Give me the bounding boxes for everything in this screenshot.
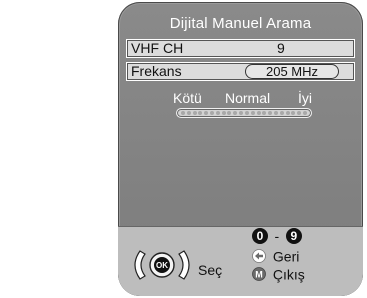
signal-meter-dot [227,111,232,115]
footer-legend: OK Seç 0 - 9 Geri M Çıkış [118,226,363,296]
signal-meter-dot [291,111,296,115]
select-label: Seç [198,262,223,278]
signal-meter-dot [215,111,220,115]
exit-label: Çıkış [272,266,305,283]
quality-label-bad: Kötü [173,90,202,106]
signal-meter-dot [233,111,238,115]
page-title: Dijital Manuel Arama [169,15,312,32]
signal-meter-dot [198,111,203,115]
signal-meter-dot [268,111,273,115]
signal-meter-dot [181,111,185,115]
quality-label-normal: Normal [225,90,271,106]
signal-meter-dot [244,111,249,115]
band-label: VHF [131,40,159,56]
signal-meter-dot [285,111,290,115]
ok-icon-text: OK [156,261,168,270]
signal-quality-bar [176,108,312,118]
signal-meter-dot [250,111,255,115]
signal-meter-dot [192,111,197,115]
channel-row[interactable]: VHF CH 9 [126,39,355,58]
channel-label: CH [163,40,184,56]
digital-manual-search-panel: Dijital Manuel Arama VHF CH 9 Frekans 20… [118,2,363,296]
channel-value: 9 [277,40,285,56]
exit-legend: M Çıkış [252,265,305,283]
menu-icon-text: M [255,270,263,280]
menu-icon: M [252,267,266,282]
signal-meter-dot [210,111,215,115]
quality-label-good: İyi [298,90,312,106]
signal-meter-dot [186,111,191,115]
back-label: Geri [272,248,300,265]
back-legend: Geri [252,247,300,265]
signal-meter-dot [279,111,284,115]
number-key-9-icon: 9 [285,228,302,245]
number-key-0-icon: 0 [252,228,268,245]
signal-meter-dot [221,111,226,115]
range-separator: - [274,228,280,245]
frequency-value: 205 MHz [245,64,339,79]
navigation-ok-icon: OK [134,250,190,280]
frequency-label: Frekans [131,63,182,79]
frequency-row[interactable]: Frekans 205 MHz [126,62,355,81]
signal-meter-dot [204,111,209,115]
signal-meter-dot [273,111,278,115]
number-keys-legend: 0 - 9 [252,227,302,245]
signal-meter-dot [262,111,267,115]
signal-meter-dot [297,111,302,115]
signal-meter-dot [303,111,307,115]
signal-meter-dot [239,111,244,115]
back-arrow-icon [252,249,266,264]
signal-meter-dot [256,111,261,115]
